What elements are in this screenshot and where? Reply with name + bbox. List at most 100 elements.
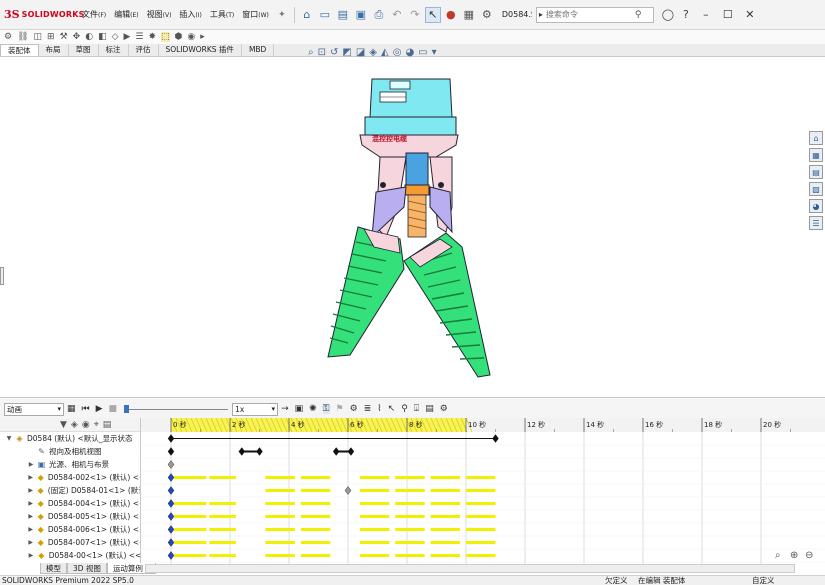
tree-expander-icon[interactable]: ▶ xyxy=(26,513,35,520)
play-icon[interactable]: ▶ xyxy=(96,404,103,414)
reference-geometry-icon[interactable]: ◇ xyxy=(112,32,119,42)
select-cursor-icon[interactable]: ↖ xyxy=(424,6,441,23)
tree-row[interactable]: ▶ ◆ D0584-00<1> (默认) << xyxy=(0,549,140,562)
zoom-out-timeline-icon[interactable]: ⊖ xyxy=(805,550,813,561)
menu-tools[interactable]: 工具(T) xyxy=(206,9,238,20)
large-assembly-icon[interactable]: ▸ xyxy=(200,32,205,42)
minimize-button[interactable]: – xyxy=(695,8,717,21)
tree-row[interactable]: ▶ ◆ D0584-007<1> (默认) << xyxy=(0,536,140,549)
tree-row[interactable]: ▶ ◆ D0584-002<1> (默认) << xyxy=(0,471,140,484)
menu-insert[interactable]: 插入(I) xyxy=(175,9,205,20)
component-preview-icon[interactable]: ◫ xyxy=(34,32,43,42)
update-speedpak-icon[interactable]: ⬢ xyxy=(175,32,183,42)
add-key-icon[interactable]: ⚑ xyxy=(336,404,344,414)
tab-sketch[interactable]: 草图 xyxy=(69,44,99,56)
redo-icon[interactable]: ↷ xyxy=(407,7,423,23)
tree-row[interactable]: ▶ ◆ D0584-004<1> (默认) << xyxy=(0,497,140,510)
tree-row[interactable]: ▶ ▣ 光源、相机与布景 xyxy=(0,458,140,471)
playback-knob[interactable] xyxy=(124,405,130,413)
tree-expander-icon[interactable]: ▶ xyxy=(26,461,36,468)
calculate-icon[interactable]: ▦ xyxy=(67,404,76,414)
custom-properties-icon[interactable]: ☰ xyxy=(809,216,823,230)
stop-icon[interactable]: ■ xyxy=(109,404,118,414)
tree-row[interactable]: ▶ ◆ D0584-006<1> (默认) << xyxy=(0,523,140,536)
appearances-icon[interactable]: ◕ xyxy=(809,199,823,213)
instant3d-icon[interactable]: ⬚ xyxy=(161,32,170,42)
menu-window[interactable]: 窗口(W) xyxy=(238,9,273,20)
playback-speed-select[interactable]: 1x xyxy=(232,402,279,416)
smart-fasteners-icon[interactable]: ⚒ xyxy=(60,32,68,42)
zoom-in-timeline-icon[interactable]: ⊕ xyxy=(790,550,798,561)
search-input[interactable] xyxy=(542,10,635,19)
play-from-start-icon[interactable]: ⏮ xyxy=(82,404,90,414)
tree-expander-icon[interactable]: ▶ xyxy=(26,474,35,481)
tree-expander-icon[interactable]: ▶ xyxy=(26,552,36,559)
tab-markup[interactable]: 标注 xyxy=(99,44,129,56)
insert-component-icon[interactable]: ⚙ xyxy=(4,32,12,42)
snapshot-icon[interactable]: ◉ xyxy=(187,32,195,42)
file-explorer-icon[interactable]: ▤ xyxy=(809,165,823,179)
motion-study-properties-icon[interactable]: ⚙ xyxy=(440,404,448,414)
bill-of-materials-icon[interactable]: ☰ xyxy=(135,32,143,42)
maximize-button[interactable]: ☐ xyxy=(717,8,739,21)
open-folder-icon[interactable]: ▤ xyxy=(335,7,351,23)
tree-expander-icon[interactable]: ▶ xyxy=(26,539,35,546)
solidworks-resources-icon[interactable]: ⌂ xyxy=(809,131,823,145)
collapse-tree-icon[interactable]: ▤ xyxy=(103,420,112,430)
tree-expander-icon[interactable]: ▶ xyxy=(26,487,35,494)
user-account-icon[interactable]: ◯ xyxy=(660,7,676,23)
assembly-features-icon[interactable]: ◧ xyxy=(98,32,107,42)
help-icon[interactable]: ? xyxy=(678,7,694,23)
filter-results-icon[interactable]: ⌖ xyxy=(94,420,99,430)
new-motion-study-icon[interactable]: ▶ xyxy=(124,32,131,42)
graphics-area[interactable]: ⌕ ⊡ ↺ ◩ ◪ ◈ ◭ ◎ ◕ ▭ ▾ 混控控电缆 ⌂ ▦ ▤ ▧ ◕ ☰ xyxy=(0,47,825,397)
command-search[interactable]: ▸ ⚲ xyxy=(535,6,654,23)
autokey-icon[interactable]: ⚿ xyxy=(322,404,330,414)
traffic-light-icon[interactable]: ● xyxy=(443,7,459,23)
contact-icon[interactable]: ⚲ xyxy=(401,404,408,414)
save-animation-icon[interactable]: ▣ xyxy=(295,404,304,414)
print-icon[interactable]: ⎙ xyxy=(371,7,387,23)
new-document-icon[interactable]: ▭ xyxy=(317,7,333,23)
undo-icon[interactable]: ↶ xyxy=(389,7,405,23)
pin-icon[interactable]: ✦ xyxy=(274,7,290,23)
move-component-icon[interactable]: ✥ xyxy=(73,32,81,42)
study-type-select[interactable]: 动画 xyxy=(4,402,64,416)
playback-slider[interactable] xyxy=(124,405,229,413)
playback-mode-icon[interactable]: → xyxy=(281,404,289,414)
solidworks-logo[interactable]: 3S SOLIDWORKS xyxy=(0,8,84,21)
exploded-view-icon[interactable]: ✸ xyxy=(149,32,157,42)
file-properties-icon[interactable]: ▦ xyxy=(461,7,477,23)
timeline-canvas[interactable]: 0 秒 2 秒 4 秒 6 秒 8 秒 10 秒 12 秒 14 秒 16 秒 18 秒 20 秒 ⌕… xyxy=(141,418,825,564)
tree-expander-icon[interactable]: ▶ xyxy=(26,526,35,533)
menu-file[interactable]: 文件(F) xyxy=(78,9,110,20)
options-gear-icon[interactable]: ⚙ xyxy=(479,7,495,23)
tree-expander-icon[interactable]: ▼ xyxy=(4,435,14,442)
tree-row[interactable]: ▼ ◈ D0584 (默认) <默认_显示状态 xyxy=(0,432,140,445)
search-icon[interactable]: ⚲ xyxy=(635,10,642,20)
zoom-fit-timeline-icon[interactable]: ⌕ xyxy=(775,550,781,561)
tab-addins[interactable]: SOLIDWORKS 插件 xyxy=(159,44,242,56)
filter-animated-icon[interactable]: ▼ xyxy=(60,420,67,430)
tab-model[interactable]: 模型 xyxy=(40,563,67,574)
menu-edit[interactable]: 编辑(E) xyxy=(110,9,142,20)
timeline-horizontal-scrollbar[interactable] xyxy=(145,564,795,573)
status-units[interactable]: 自定义 xyxy=(752,576,775,585)
animation-wizard-icon[interactable]: ✺ xyxy=(309,404,317,414)
tree-expander-icon[interactable]: ▶ xyxy=(26,500,35,507)
tree-row[interactable]: ▶ ◆ D0584-005<1> (默认) << xyxy=(0,510,140,523)
tab-layout[interactable]: 布局 xyxy=(39,44,69,56)
filter-driving-icon[interactable]: ◈ xyxy=(71,420,78,430)
motor-icon[interactable]: ⚙ xyxy=(350,404,358,414)
linear-pattern-icon[interactable]: ⊞ xyxy=(47,32,55,42)
tab-assembly[interactable]: 装配体 xyxy=(0,44,39,56)
close-button[interactable]: ✕ xyxy=(739,8,761,21)
show-hidden-icon[interactable]: ◐ xyxy=(85,32,93,42)
home-icon[interactable]: ⌂ xyxy=(299,7,315,23)
damper-icon[interactable]: ⌇ xyxy=(377,404,381,414)
results-plots-icon[interactable]: ▤ xyxy=(425,404,434,414)
view-palette-icon[interactable]: ▧ xyxy=(809,182,823,196)
menu-view[interactable]: 视图(V) xyxy=(143,9,176,20)
tab-mbd[interactable]: MBD xyxy=(242,44,275,56)
tab-evaluate[interactable]: 评估 xyxy=(129,44,159,56)
